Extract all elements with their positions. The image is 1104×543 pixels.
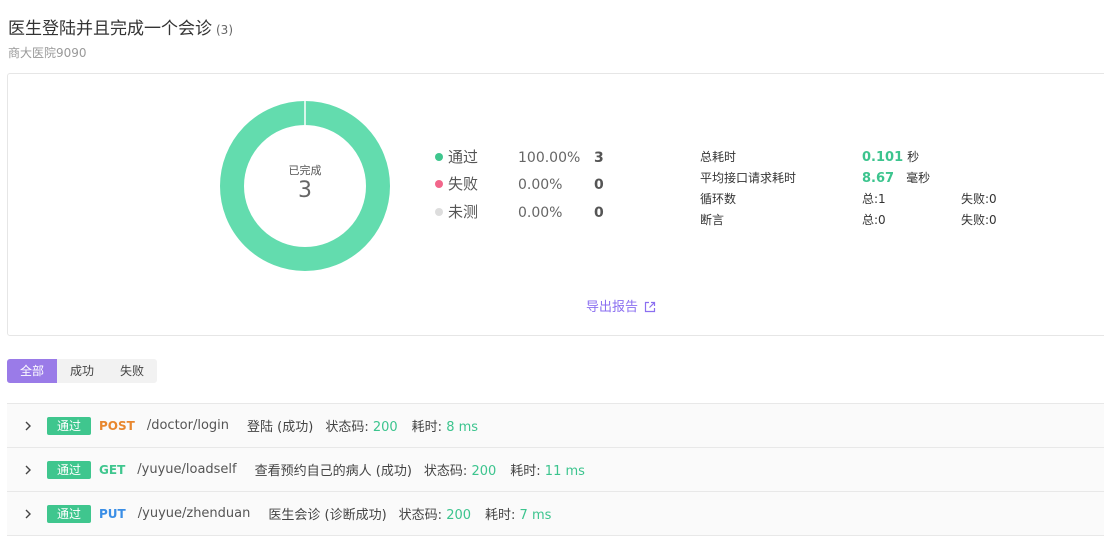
legend-label: 未测	[448, 203, 479, 221]
request-row[interactable]: 通过 GET /yuyue/loadself 查看预约自己的病人 (成功) 状态…	[7, 447, 1104, 491]
status-badge: 通过	[47, 460, 92, 479]
legend-row-failed: 失败 0.00% 0	[435, 173, 604, 195]
status-code-value: 200	[446, 508, 472, 523]
donut-center: 已完成 3	[220, 162, 390, 204]
page-title: 医生登陆并且完成一个会诊 (3)	[8, 14, 233, 39]
stat-failed: 失败:0	[961, 192, 997, 206]
passed-dot-icon	[435, 152, 443, 161]
legend-pct: 100.00%	[518, 150, 581, 166]
export-report-label: 导出报告	[586, 300, 639, 315]
status-code-value: 200	[372, 420, 398, 435]
tab-success[interactable]: 成功	[57, 359, 107, 383]
status-code: 状态码: 200	[399, 504, 471, 523]
stat-value: 0.101	[862, 150, 904, 165]
legend-row-passed: 通过 100.00% 3	[435, 146, 604, 168]
status-code-label: 状态码:	[423, 464, 468, 479]
summary-card: 已完成 3 通过 100.00% 3 失败 0.00% 0 未测 0.00% 0 总耗时 0.…	[7, 73, 1104, 336]
http-method: PUT	[99, 506, 126, 521]
request-path: /doctor/login	[146, 418, 230, 433]
untested-dot-icon	[435, 207, 443, 216]
stat-total: 总:0	[862, 213, 886, 227]
stat-avg-time: 平均接口请求耗时 8.67 毫秒	[700, 168, 930, 188]
chevron-right-icon[interactable]	[23, 421, 33, 431]
legend-count: 0	[594, 205, 604, 221]
legend-count: 0	[594, 177, 604, 193]
stat-label: 循环数	[700, 192, 737, 206]
stat-label: 断言	[700, 213, 725, 227]
failed-dot-icon	[435, 179, 443, 188]
request-path: /yuyue/loadself	[137, 462, 237, 477]
tab-all[interactable]: 全部	[7, 359, 58, 383]
status-badge: 通过	[47, 416, 92, 435]
legend-pct: 0.00%	[518, 177, 563, 193]
elapsed-time: 耗时: 7 ms	[485, 504, 551, 523]
status-code: 状态码: 200	[424, 460, 496, 479]
elapsed-time-value: 8 ms	[446, 420, 479, 435]
title-count: (3)	[216, 23, 233, 37]
elapsed-time-label: 耗时:	[510, 464, 541, 479]
http-method: POST	[99, 418, 135, 433]
elapsed-time-value: 7 ms	[519, 508, 552, 523]
stat-unit: 秒	[907, 150, 920, 164]
request-name: 登陆 (成功)	[247, 420, 314, 435]
request-name: 医生会诊 (诊断成功)	[268, 508, 387, 523]
request-row[interactable]: 通过 POST /doctor/login 登陆 (成功) 状态码: 200 耗…	[7, 403, 1104, 447]
stat-loops: 循环数 总:1 失败:0	[700, 189, 997, 209]
stat-assertions: 断言 总:0 失败:0	[700, 210, 997, 230]
status-code-label: 状态码:	[325, 420, 369, 435]
legend-count: 3	[594, 150, 604, 166]
result-filter-tabs: 全部 成功 失败	[7, 359, 158, 383]
export-report-link[interactable]: 导出报告	[586, 296, 656, 315]
elapsed-time-value: 11 ms	[544, 464, 585, 479]
stat-unit: 毫秒	[906, 171, 931, 185]
page-subtitle: 商大医院9090	[8, 46, 87, 60]
request-name: 查看预约自己的病人 (成功)	[254, 464, 412, 479]
status-code-label: 状态码:	[398, 508, 443, 523]
stat-total: 总:1	[862, 192, 886, 206]
donut-label: 已完成	[288, 164, 322, 177]
legend-row-untested: 未测 0.00% 0	[435, 201, 604, 223]
chevron-right-icon[interactable]	[23, 509, 33, 519]
chevron-right-icon[interactable]	[23, 465, 33, 475]
status-badge: 通过	[47, 504, 92, 523]
request-path: /yuyue/zhenduan	[137, 506, 251, 521]
elapsed-time: 耗时: 11 ms	[510, 460, 585, 479]
legend-label: 失败	[448, 175, 479, 193]
status-code-value: 200	[471, 464, 497, 479]
legend-label: 通过	[448, 148, 479, 166]
stat-value: 8.67	[862, 171, 895, 186]
elapsed-time-label: 耗时:	[411, 420, 443, 435]
request-list: 通过 POST /doctor/login 登陆 (成功) 状态码: 200 耗…	[7, 403, 1104, 536]
request-row[interactable]: 通过 PUT /yuyue/zhenduan 医生会诊 (诊断成功) 状态码: …	[7, 491, 1104, 536]
stat-label: 总耗时	[700, 150, 737, 164]
external-link-icon	[644, 301, 656, 312]
donut-total: 3	[298, 178, 312, 203]
stat-failed: 失败:0	[961, 213, 997, 227]
legend-pct: 0.00%	[518, 205, 563, 221]
stat-total-time: 总耗时 0.101 秒	[700, 147, 919, 167]
title-text: 医生登陆并且完成一个会诊	[8, 19, 212, 39]
elapsed-time-label: 耗时:	[485, 508, 516, 523]
http-method: GET	[99, 462, 126, 477]
stat-label: 平均接口请求耗时	[700, 171, 797, 185]
tab-failed[interactable]: 失败	[107, 359, 157, 383]
elapsed-time: 耗时: 8 ms	[412, 416, 478, 435]
status-code: 状态码: 200	[325, 416, 397, 435]
